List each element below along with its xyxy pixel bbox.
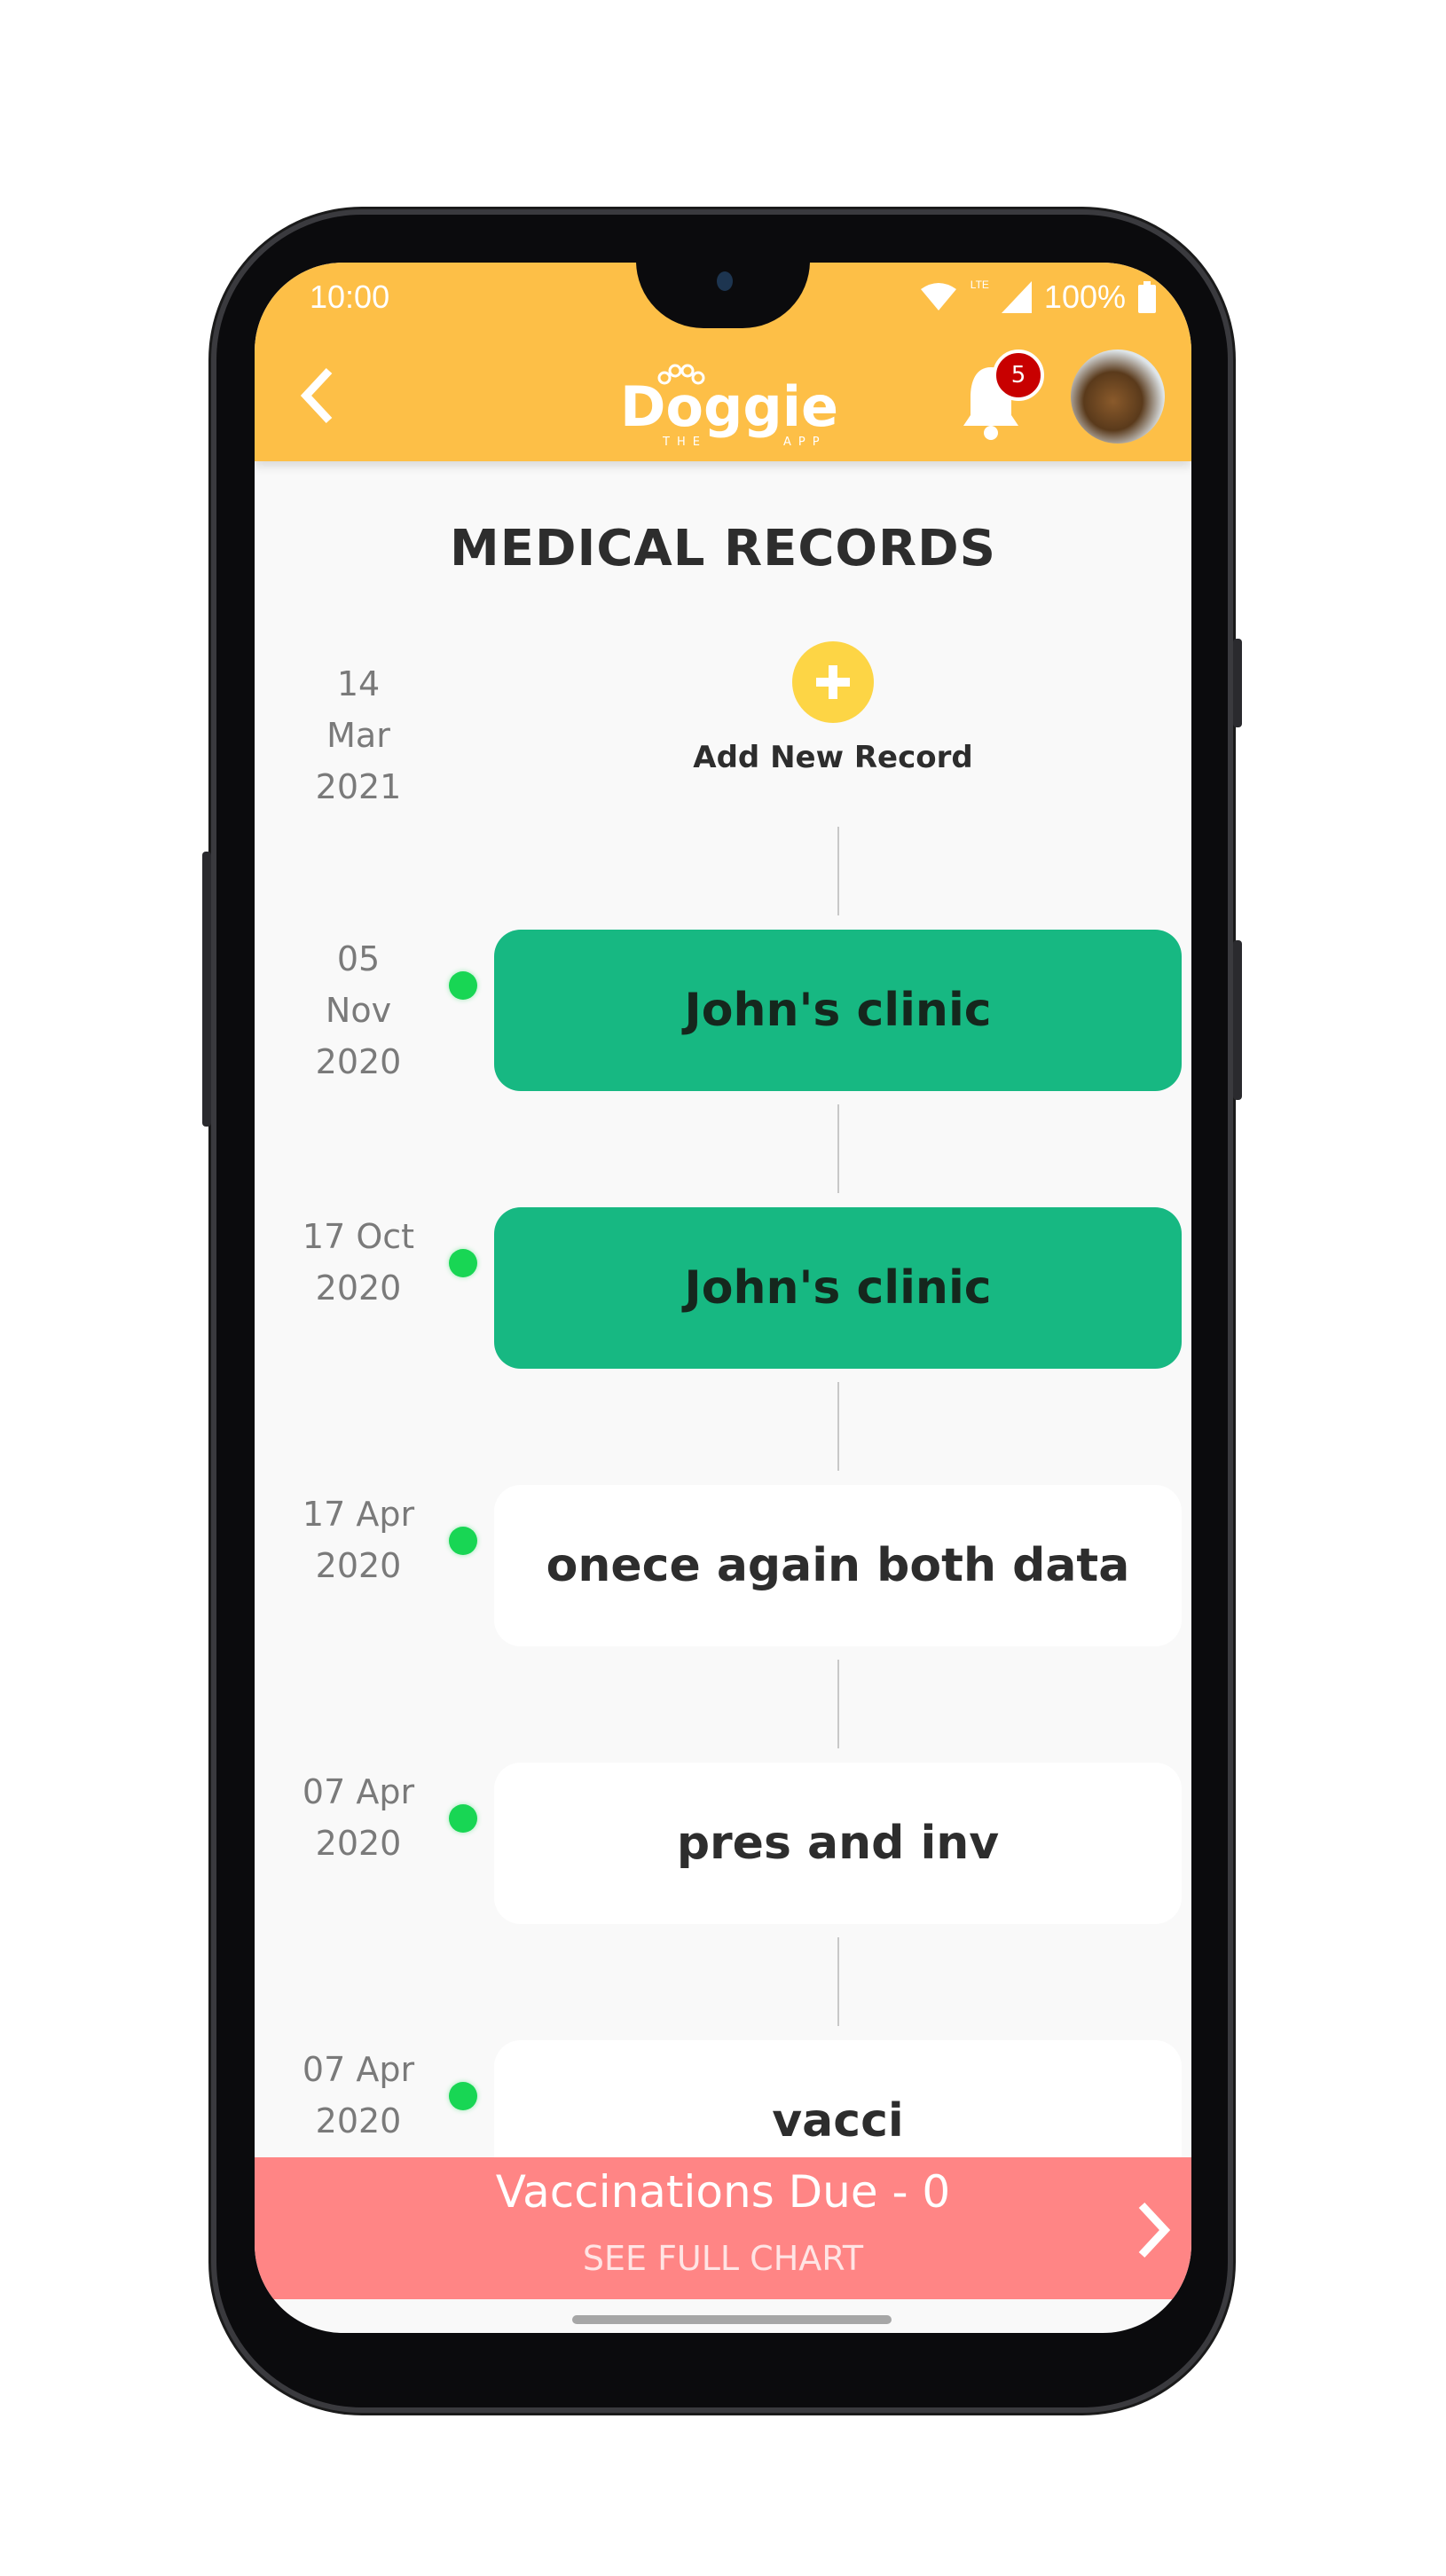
vaccinations-banner[interactable]: Vaccinations Due - 0 SEE FULL CHART: [255, 2157, 1191, 2299]
record-card[interactable]: pres and inv: [494, 1763, 1182, 1924]
date-day: 07 Apr: [302, 1772, 415, 1811]
page-title: MEDICAL RECORDS: [450, 520, 996, 577]
doggie-logo: Doggie THE APP: [618, 358, 840, 449]
power-button: [1233, 940, 1242, 1100]
home-indicator[interactable]: [572, 2315, 892, 2324]
date-year: 2020: [315, 1824, 402, 1863]
battery-percent: 100%: [1043, 279, 1126, 315]
vaccinations-due: Vaccinations Due - 0: [495, 2166, 951, 2218]
record-date: 07 Apr 2020: [301, 1766, 416, 1869]
chevron-right-icon[interactable]: [1136, 2202, 1172, 2258]
record-title: vacci: [772, 2094, 904, 2148]
record-card[interactable]: John's clinic: [494, 930, 1182, 1091]
date-day: 05 Nov: [325, 939, 392, 1030]
battery-icon: [1138, 281, 1156, 313]
timeline-dot: [449, 1249, 477, 1277]
status-time: 10:00: [310, 279, 390, 315]
date-day: 07 Apr: [302, 2050, 415, 2089]
date-year: 2020: [315, 1268, 402, 1308]
timeline-dot: [449, 1527, 477, 1555]
timeline-dot: [449, 971, 477, 1000]
status-icons: LTE 100%: [919, 279, 1156, 316]
timeline-line: [837, 1937, 839, 2026]
record-date: 17 Oct 2020: [301, 1211, 416, 1314]
camera: [717, 271, 733, 291]
record-card[interactable]: onece again both data: [494, 1485, 1182, 1646]
record-title: John's clinic: [684, 984, 992, 1037]
date-day: 14 Mar: [326, 664, 390, 755]
timeline-dot: [449, 2082, 477, 2110]
date-day: 17 Apr: [302, 1495, 415, 1534]
add-record-button[interactable]: [792, 641, 874, 723]
see-full-chart-link[interactable]: SEE FULL CHART: [255, 2239, 1191, 2278]
timeline-line: [837, 1382, 839, 1471]
record-title: onece again both data: [546, 1539, 1130, 1592]
svg-text:Doggie: Doggie: [620, 374, 838, 439]
back-arrow-icon[interactable]: [299, 367, 334, 424]
plus-icon: [816, 665, 850, 699]
record-date: 05 Nov 2020: [301, 933, 416, 1088]
add-record-date: 14 Mar 2021: [301, 658, 416, 813]
volume-button: [202, 852, 211, 1127]
svg-text:APP: APP: [783, 436, 827, 447]
lte-label: LTE: [970, 279, 989, 291]
date-year: 2021: [315, 767, 402, 806]
record-title: pres and inv: [676, 1817, 1000, 1870]
record-date: 07 Apr 2020: [301, 2044, 416, 2147]
alert-slider: [1233, 639, 1242, 727]
record-card[interactable]: John's clinic: [494, 1207, 1182, 1369]
record-title: John's clinic: [684, 1261, 992, 1315]
wifi-icon: [920, 283, 956, 310]
date-year: 2020: [315, 1042, 402, 1081]
date-year: 2020: [315, 2101, 402, 2140]
signal-icon: [1001, 281, 1032, 313]
app-header: 10:00 LTE 100% Doggie THE APP 5: [255, 263, 1191, 461]
avatar[interactable]: [1071, 349, 1165, 444]
timeline-line: [837, 1104, 839, 1193]
notification-badge: 5: [993, 349, 1044, 401]
svg-text:THE: THE: [662, 436, 707, 447]
timeline-line: [837, 1660, 839, 1748]
date-day: 17 Oct: [302, 1217, 415, 1256]
record-date: 17 Apr 2020: [301, 1488, 416, 1591]
date-year: 2020: [315, 1546, 402, 1585]
timeline-line: [837, 827, 839, 915]
add-record-label[interactable]: Add New Record: [654, 740, 1012, 775]
timeline-dot: [449, 1804, 477, 1833]
app-screen: 10:00 LTE 100% Doggie THE APP 5 MEDICAL …: [255, 263, 1191, 2333]
